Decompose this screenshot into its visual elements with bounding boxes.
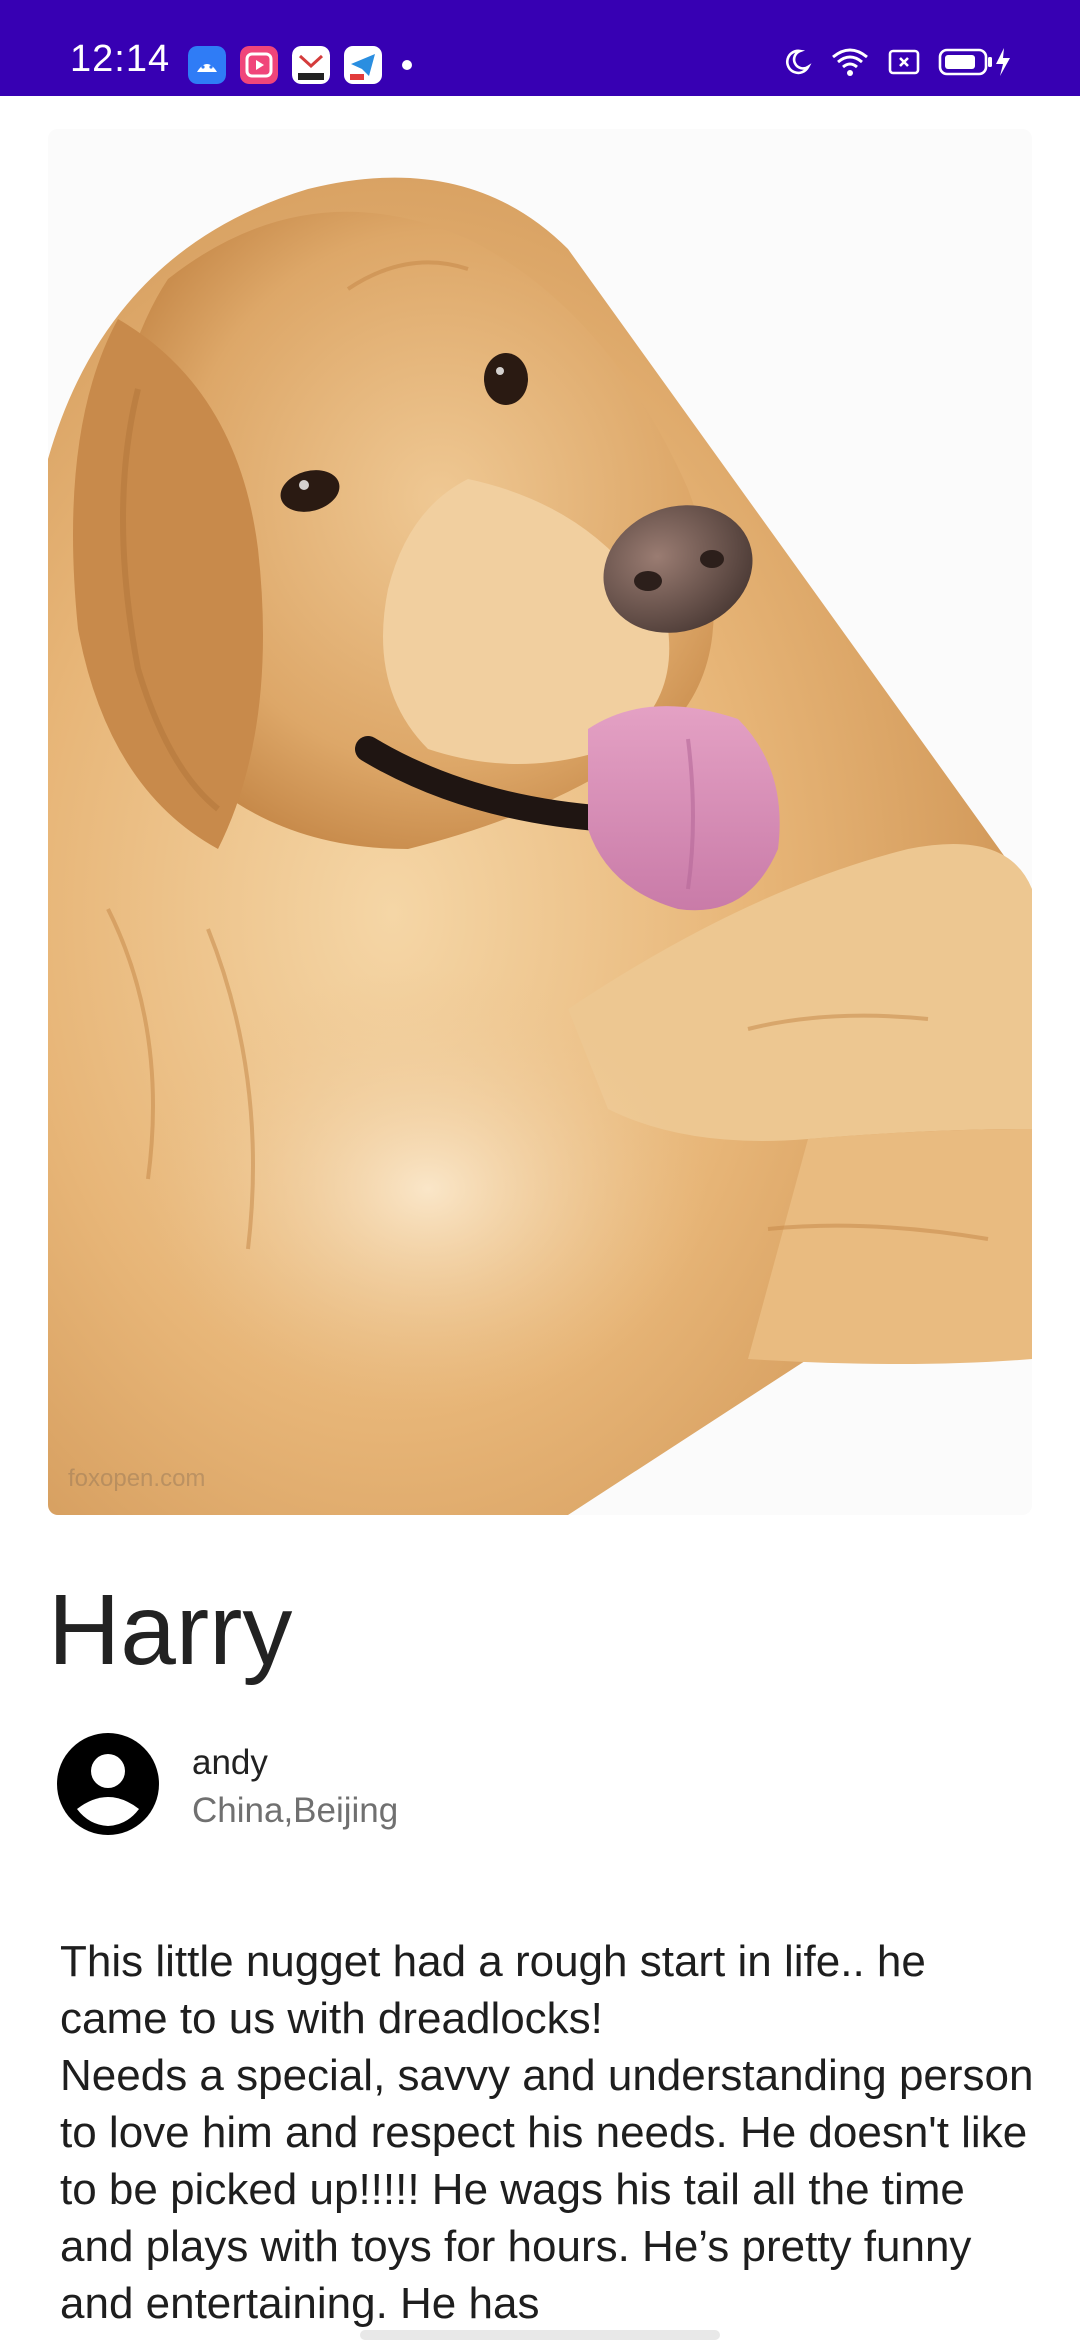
sim-icon — [888, 47, 920, 82]
telegram-app-icon — [344, 46, 382, 84]
status-time: 12:14 — [70, 38, 171, 80]
account-circle-icon[interactable] — [57, 1733, 159, 1835]
system-icons — [782, 46, 1014, 83]
home-indicator[interactable] — [360, 2330, 720, 2340]
pet-name: Harry — [48, 1574, 293, 1686]
notification-icons — [188, 46, 412, 84]
pet-photo: foxopen.com — [48, 129, 1032, 1515]
owner-name: andy — [192, 1743, 268, 1782]
golden-retriever-photo — [48, 129, 1032, 1515]
mail-app-icon — [292, 46, 330, 84]
owner-location: China,Beijing — [192, 1791, 399, 1830]
status-bar: 12:14 — [0, 0, 1080, 96]
moon-icon — [782, 47, 812, 82]
android-app-icon — [188, 46, 226, 84]
video-app-icon — [240, 46, 278, 84]
battery-charging-icon — [938, 46, 1014, 83]
wifi-icon — [830, 46, 870, 83]
more-notifications-dot — [402, 60, 412, 70]
pet-detail-screen: 12:14 foxopen.com Harry andy China,Beiji… — [0, 0, 1080, 2340]
photo-watermark: foxopen.com — [68, 1465, 206, 1492]
pet-description: This little nugget had a rough start in … — [60, 1937, 1034, 2328]
